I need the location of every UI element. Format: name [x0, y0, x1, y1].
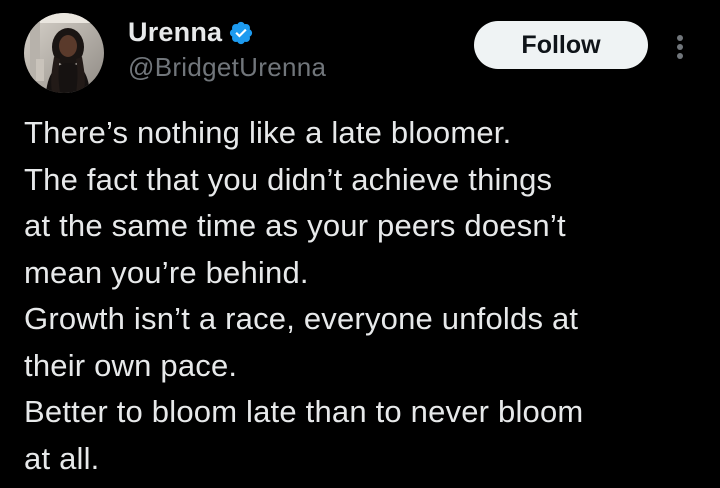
- tweet-line: mean you’re behind.: [24, 254, 309, 290]
- tweet-card: Urenna @BridgetUrenna Follow There’s not…: [0, 0, 720, 488]
- tweet-line: There’s nothing like a late bloomer.: [24, 115, 512, 150]
- author-avatar[interactable]: [24, 13, 104, 93]
- vertical-ellipsis-icon: [677, 35, 683, 59]
- tweet-line: Growth isn’t a race, everyone unfolds at: [24, 301, 579, 336]
- tweet-line: Better to bloom late than to never bloom: [24, 394, 584, 429]
- tweet-line: The fact that you didn’t achieve things: [24, 161, 553, 197]
- tweet-text: There’s nothing like a late bloomer. The…: [24, 110, 704, 482]
- more-options-button[interactable]: [668, 27, 692, 67]
- verified-badge-icon[interactable]: [228, 20, 254, 46]
- follow-button[interactable]: Follow: [474, 21, 648, 69]
- author-name-row: Urenna: [128, 14, 254, 50]
- profile-photo-icon: [24, 13, 104, 93]
- author-display-name[interactable]: Urenna: [128, 17, 222, 48]
- author-handle[interactable]: @BridgetUrenna: [128, 52, 326, 83]
- tweet-line: their own pace.: [24, 347, 238, 383]
- tweet-line: at the same time as your peers doesn’t: [24, 208, 566, 243]
- tweet-line: at all.: [24, 440, 100, 476]
